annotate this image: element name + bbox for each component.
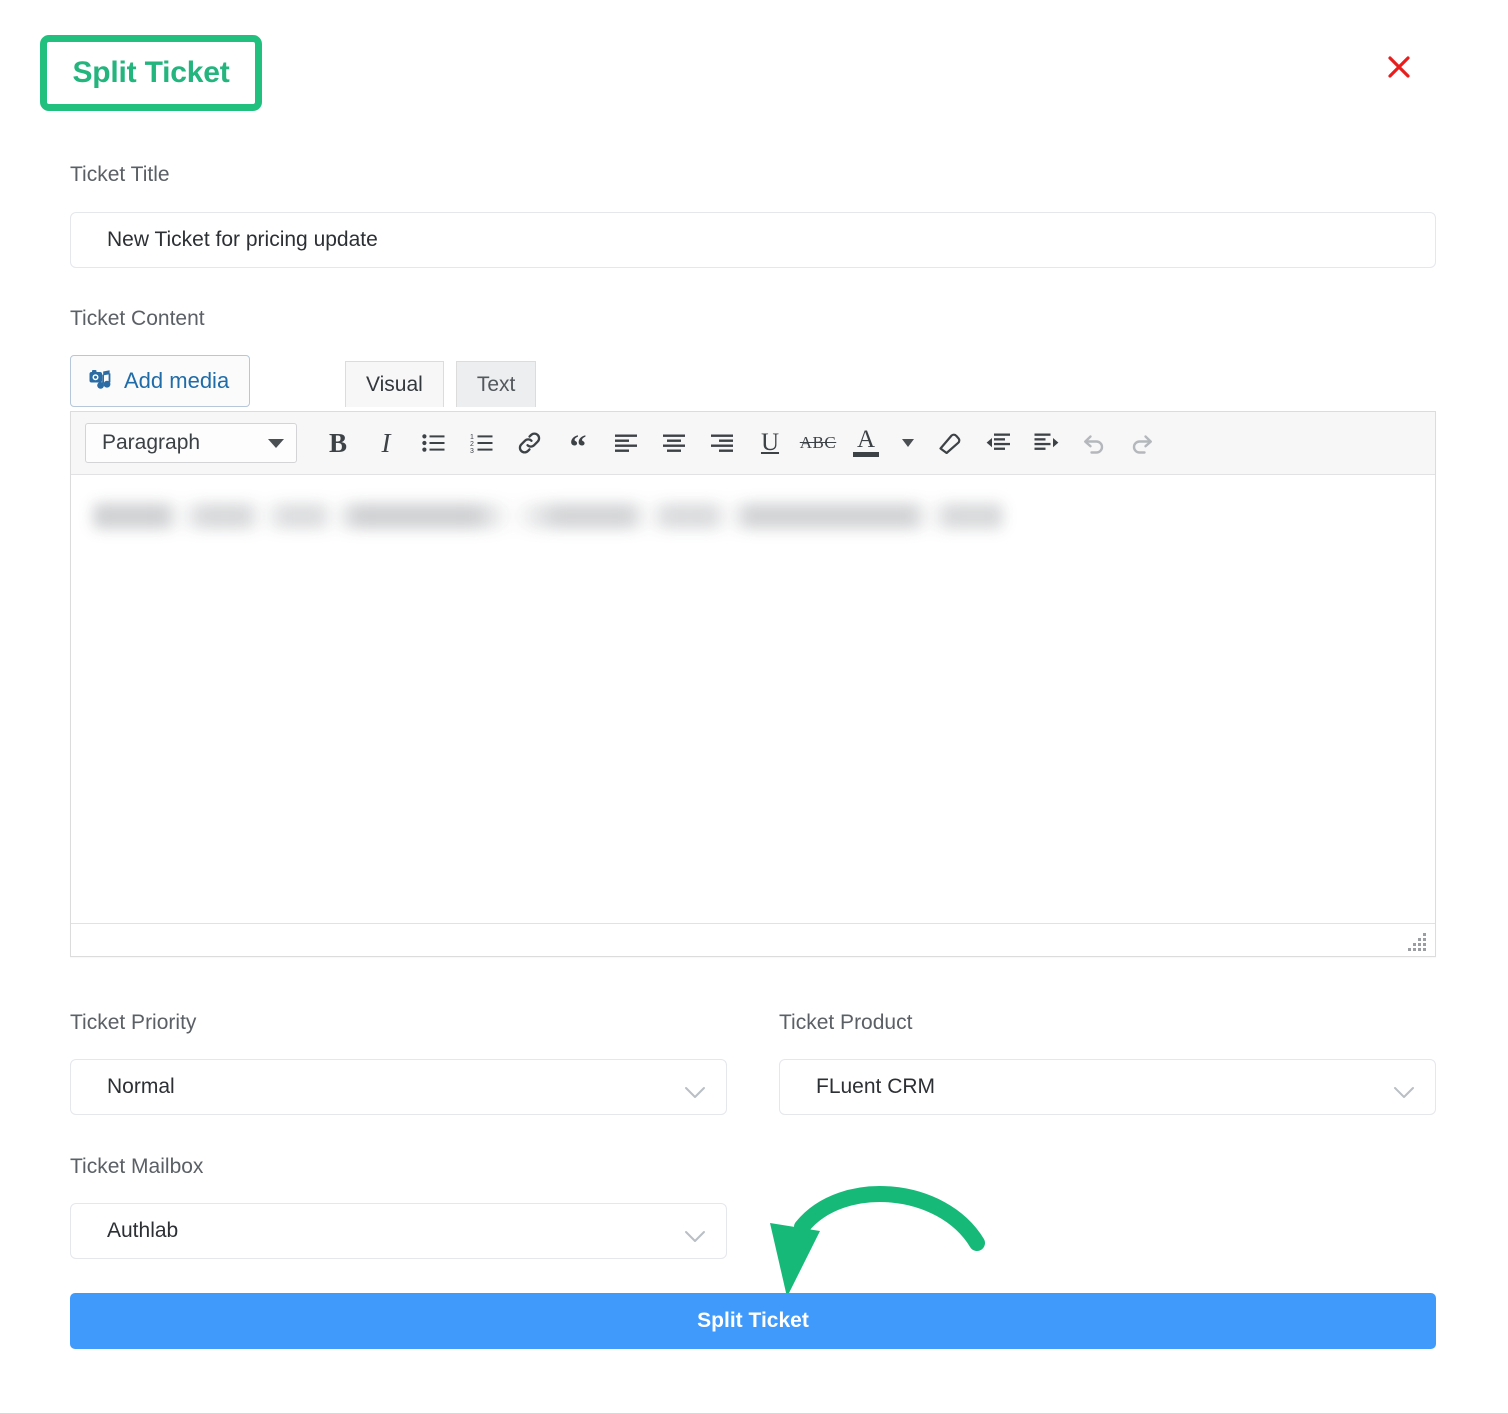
redo-icon [1129,432,1155,454]
clear-formatting-icon [937,432,963,454]
strikethrough-icon: ABC [799,433,837,452]
italic-icon: I [381,427,391,458]
underline-button[interactable]: U [747,420,793,466]
page-title: Split Ticket [72,56,230,89]
ticket-mailbox-value: Authlab [107,1219,179,1242]
bullet-list-icon [422,433,446,453]
editor-content-area[interactable] [71,475,1435,923]
undo-icon [1081,432,1107,454]
text-color-button[interactable]: A [843,420,889,466]
ticket-priority-label: Ticket Priority [70,1011,197,1034]
clear-formatting-button[interactable] [927,420,973,466]
editor-mode-tabs: Visual Text [345,361,537,407]
ticket-product-label: Ticket Product [779,1011,913,1034]
link-icon [517,431,543,455]
blockquote-icon: “ [569,429,587,466]
ticket-product-value: FLuent CRM [816,1075,936,1098]
close-icon [1384,52,1414,82]
strikethrough-button[interactable]: ABC [795,420,841,466]
bullet-list-button[interactable] [411,420,457,466]
svg-text:2: 2 [470,441,474,448]
underline-icon: U [760,429,780,456]
resize-grip-icon[interactable] [1406,930,1428,952]
chevron-down-icon [1393,1081,1415,1098]
chevron-down-icon [684,1081,706,1098]
editor-frame: Paragraph B I 1 2 3 “ U ABC A [70,411,1436,957]
link-button[interactable] [507,420,553,466]
text-color-icon: A [853,427,879,457]
editor-statusbar [71,923,1435,956]
ticket-title-input[interactable] [70,212,1436,268]
ticket-product-select[interactable]: FLuent CRM [779,1059,1436,1115]
close-button[interactable] [1380,48,1418,86]
align-left-icon [614,434,638,453]
align-right-icon [710,434,734,453]
caret-down-icon [268,438,284,448]
outdent-icon [986,433,1011,453]
align-center-button[interactable] [651,420,697,466]
annotation-arrow-icon [762,1185,992,1300]
ticket-mailbox-label: Ticket Mailbox [70,1155,204,1178]
align-left-button[interactable] [603,420,649,466]
indent-icon [1034,433,1059,453]
indent-button[interactable] [1023,420,1069,466]
format-select-value: Paragraph [102,431,201,454]
text-color-caret-icon [902,439,914,447]
ticket-priority-select[interactable]: Normal [70,1059,727,1115]
svg-text:3: 3 [470,448,474,453]
redo-button[interactable] [1119,420,1165,466]
ticket-priority-value: Normal [107,1075,175,1098]
italic-button[interactable]: I [363,420,409,466]
split-ticket-modal: Split Ticket Ticket Title Ticket Content [0,0,1508,1414]
align-right-button[interactable] [699,420,745,466]
ticket-content-label: Ticket Content [70,307,205,330]
undo-button[interactable] [1071,420,1117,466]
redacted-content-text [93,503,1003,529]
add-media-label: Add media [124,368,230,393]
ticket-content-editor: Add media Visual Text Paragraph B I 1 2 … [70,355,1436,957]
page-title-highlight: Split Ticket [40,35,262,111]
editor-topbar: Add media Visual Text [70,355,1436,411]
tab-text[interactable]: Text [455,361,537,407]
blockquote-button[interactable]: “ [555,420,601,466]
chevron-down-icon [684,1225,706,1242]
ticket-mailbox-select[interactable]: Authlab [70,1203,727,1259]
bold-button[interactable]: B [315,420,361,466]
outdent-button[interactable] [975,420,1021,466]
ticket-title-label: Ticket Title [70,163,170,186]
tab-visual[interactable]: Visual [345,361,444,407]
align-center-icon [662,434,686,453]
text-color-dropdown-button[interactable] [891,420,925,466]
bold-icon: B [328,427,347,458]
numbered-list-button[interactable]: 1 2 3 [459,420,505,466]
numbered-list-icon: 1 2 3 [470,433,494,453]
media-icon [89,370,113,392]
add-media-button[interactable]: Add media [70,355,251,407]
split-ticket-submit-button[interactable]: Split Ticket [70,1293,1436,1349]
format-select[interactable]: Paragraph [85,423,297,463]
editor-toolbar: Paragraph B I 1 2 3 “ U ABC A [71,412,1435,475]
svg-text:1: 1 [470,434,474,441]
